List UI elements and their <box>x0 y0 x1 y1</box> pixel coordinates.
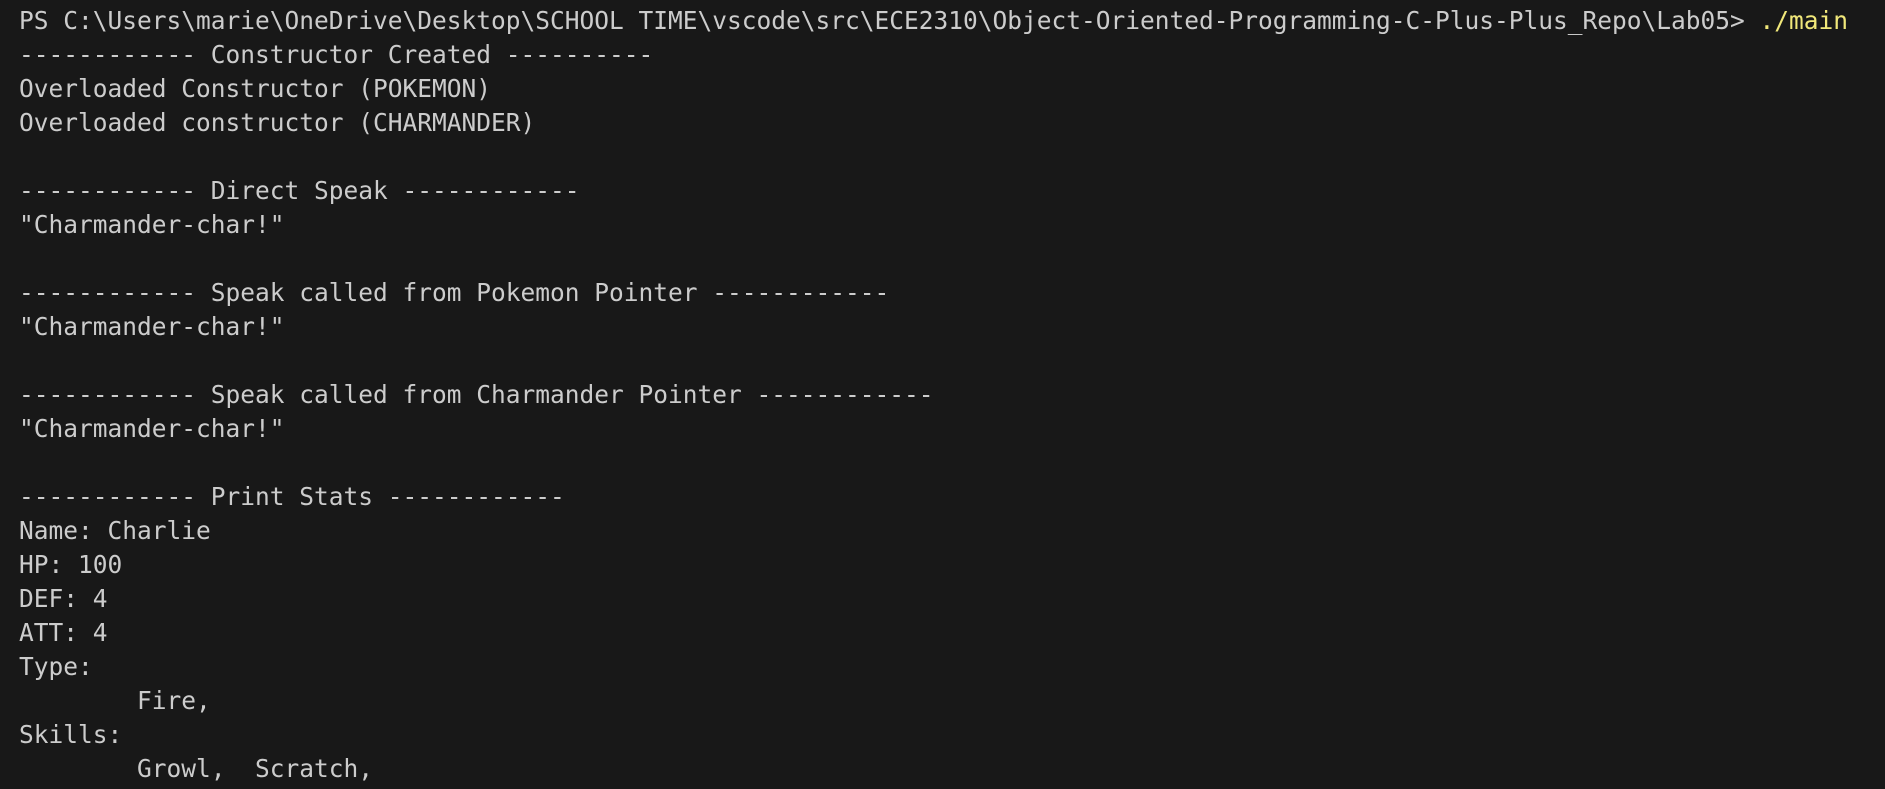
prompt-line: PS C:\Users\marie\OneDrive\Desktop\SCHOO… <box>19 4 1885 38</box>
output-line: HP: 100 <box>19 550 123 579</box>
output-line: ------------ Direct Speak ------------ <box>19 176 580 205</box>
output-line: Overloaded constructor (CHARMANDER) <box>19 108 536 137</box>
output-line: ATT: 4 <box>19 618 108 647</box>
command-text: ./main <box>1759 6 1849 35</box>
output-line: ------------ Speak called from Charmande… <box>19 380 934 409</box>
output-line: DEF: 4 <box>19 584 108 613</box>
output-line: "Charmander-char!" <box>19 210 285 239</box>
output-line: Growl, Scratch, <box>19 754 374 783</box>
output-line: Type: <box>19 652 93 681</box>
output-line: ------------ Print Stats ------------ <box>19 482 565 511</box>
output-line: Fire, <box>19 686 211 715</box>
output-line: "Charmander-char!" <box>19 414 285 443</box>
terminal-window[interactable]: PS C:\Users\marie\OneDrive\Desktop\SCHOO… <box>0 0 1885 789</box>
prompt-path: PS C:\Users\marie\OneDrive\Desktop\SCHOO… <box>19 6 1760 35</box>
output-line: Name: Charlie <box>19 516 211 545</box>
output-line: Overloaded Constructor (POKEMON) <box>19 74 492 103</box>
output-line: ------------ Speak called from Pokemon P… <box>19 278 890 307</box>
output-line: Skills: <box>19 720 123 749</box>
output-line: "Charmander-char!" <box>19 312 285 341</box>
output-line: ------------ Constructor Created -------… <box>19 40 654 69</box>
